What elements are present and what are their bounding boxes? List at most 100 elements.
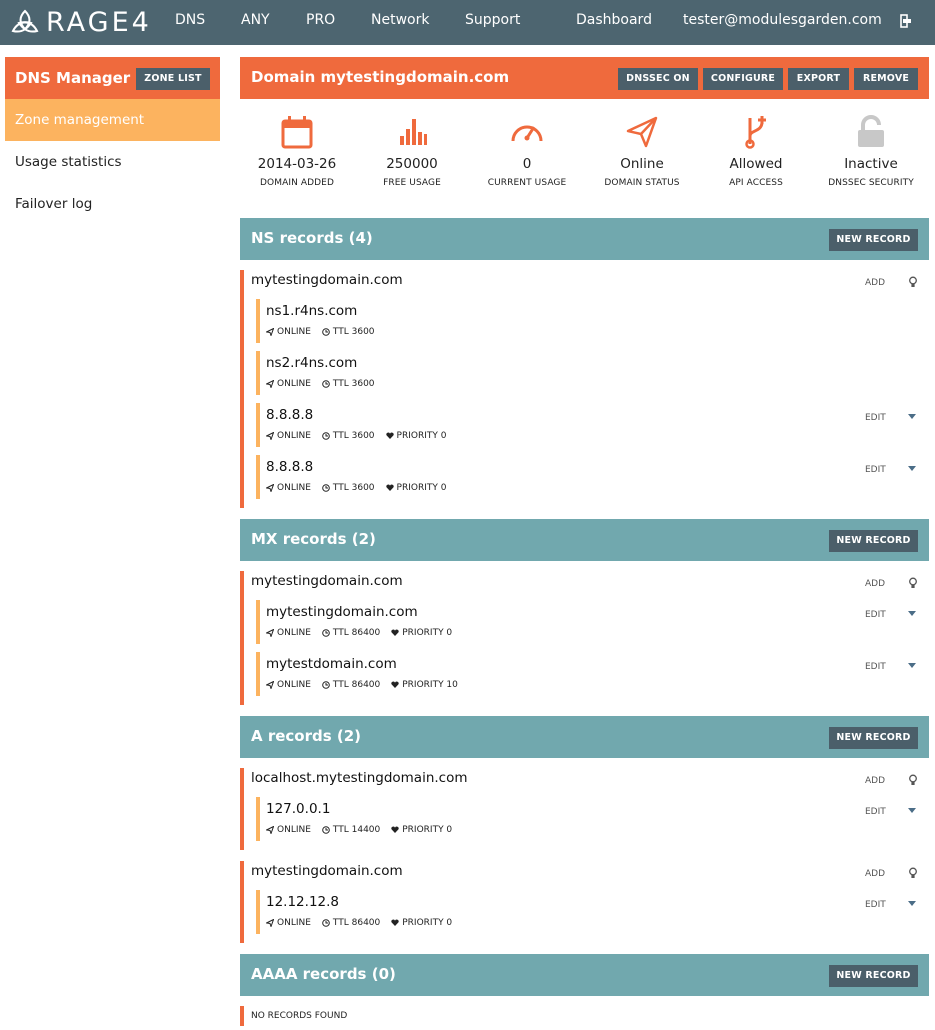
record-indicator (256, 890, 260, 934)
chevron-down-icon[interactable] (908, 611, 916, 616)
nav-support[interactable]: Support (465, 12, 520, 28)
heart-icon (391, 629, 399, 636)
edit-button[interactable]: EDIT (865, 610, 886, 620)
nav-dashboard[interactable]: Dashboard (576, 12, 652, 28)
status-text: ONLINE (277, 918, 311, 928)
status-text: ONLINE (277, 483, 311, 493)
rage4-logo[interactable]: RAGE4 (10, 6, 152, 38)
sidebar-title: DNS Manager (15, 69, 131, 87)
nav-pro[interactable]: PRO (306, 12, 335, 28)
record-meta: ONLINE TTL 3600 PRIORITY 0 (266, 483, 457, 493)
ttl-text: TTL 86400 (332, 628, 381, 638)
nav-any[interactable]: ANY (241, 12, 270, 28)
edit-button[interactable]: EDIT (865, 413, 886, 423)
ttl-text: TTL 3600 (332, 379, 375, 389)
record-value: 127.0.0.1 (266, 801, 331, 817)
stat-label: DNSSEC SECURITY (828, 178, 914, 188)
sidebar-item-failover-log[interactable]: Failover log (5, 183, 220, 225)
sidebar-item-usage-statistics[interactable]: Usage statistics (5, 141, 220, 183)
status-text: ONLINE (277, 680, 311, 690)
clock-icon (322, 380, 330, 388)
send-icon (266, 919, 274, 927)
edit-button[interactable]: EDIT (865, 662, 886, 672)
edit-button[interactable]: EDIT (865, 807, 886, 817)
add-button[interactable]: ADD (865, 579, 885, 589)
stat-value: 250000 (386, 156, 438, 172)
record-indicator (256, 652, 260, 696)
add-button[interactable]: ADD (865, 278, 885, 288)
record-indicator (256, 403, 260, 447)
send-icon (266, 629, 274, 637)
priority-text: PRIORITY 0 (402, 918, 453, 928)
clock-icon (322, 681, 330, 689)
stat-value: Inactive (844, 156, 898, 172)
group-indicator (240, 571, 244, 705)
send-icon (266, 380, 274, 388)
new-record-button[interactable]: NEW RECORD (829, 727, 918, 749)
stat-domain-added: 2014-03-26 DOMAIN ADDED (240, 114, 354, 188)
domain-title: Domain mytestingdomain.com (251, 68, 510, 86)
lightbulb-icon[interactable] (908, 867, 918, 879)
clock-icon (322, 826, 330, 834)
stat-api-access: Allowed API ACCESS (699, 114, 813, 188)
send-icon (266, 432, 274, 440)
chevron-down-icon[interactable] (908, 808, 916, 813)
priority-text: PRIORITY 10 (402, 680, 458, 690)
remove-button[interactable]: REMOVE (854, 68, 918, 90)
chevron-down-icon[interactable] (908, 414, 916, 419)
stat-label: CURRENT USAGE (487, 178, 567, 188)
stat-label: API ACCESS (729, 178, 783, 188)
user-email-link[interactable]: tester@modulesgarden.com (683, 12, 882, 28)
chevron-down-icon[interactable] (908, 901, 916, 906)
domain-header: Domain mytestingdomain.com DNSSEC ON CON… (240, 57, 929, 99)
section-title: MX records (2) (251, 530, 376, 548)
heart-icon (385, 432, 394, 439)
section-title: NS records (4) (251, 229, 373, 247)
configure-button[interactable]: CONFIGURE (703, 68, 783, 90)
zone-list-button[interactable]: ZONE LIST (136, 68, 210, 90)
record-value: mytestdomain.com (266, 656, 397, 672)
status-text: ONLINE (277, 379, 311, 389)
export-button[interactable]: EXPORT (788, 68, 849, 90)
status-text: ONLINE (277, 825, 311, 835)
sidebar-item-zone-management[interactable]: Zone management (5, 99, 220, 141)
lightbulb-icon[interactable] (908, 276, 918, 288)
edit-button[interactable]: EDIT (865, 465, 886, 475)
record-value: 8.8.8.8 (266, 459, 314, 475)
record-indicator (256, 351, 260, 395)
lightbulb-icon[interactable] (908, 577, 918, 589)
stat-label: FREE USAGE (383, 178, 441, 188)
heart-icon (391, 919, 399, 926)
nav-dns[interactable]: DNS (175, 12, 205, 28)
chevron-down-icon[interactable] (908, 663, 916, 668)
group-name: mytestingdomain.com (251, 272, 403, 288)
lightbulb-icon[interactable] (908, 774, 918, 786)
git-branch-icon (745, 116, 766, 149)
logo-text: RAGE4 (46, 6, 152, 38)
new-record-button[interactable]: NEW RECORD (829, 965, 918, 987)
dnssec-on-button[interactable]: DNSSEC ON (618, 68, 698, 90)
edit-button[interactable]: EDIT (865, 900, 886, 910)
chevron-down-icon[interactable] (908, 466, 916, 471)
add-button[interactable]: ADD (865, 869, 885, 879)
new-record-button[interactable]: NEW RECORD (829, 530, 918, 552)
ns-records-header: NS records (4) NEW RECORD (240, 218, 929, 260)
new-record-button[interactable]: NEW RECORD (829, 229, 918, 251)
ttl-text: TTL 3600 (332, 327, 375, 337)
add-button[interactable]: ADD (865, 776, 885, 786)
section-title: A records (2) (251, 727, 362, 745)
priority-text: PRIORITY 0 (396, 431, 447, 441)
section-title: AAAA records (0) (251, 965, 396, 983)
stat-value: 0 (522, 156, 532, 172)
stat-domain-status: Online DOMAIN STATUS (585, 114, 699, 188)
record-meta: ONLINE TTL 14400 PRIORITY 0 (266, 825, 463, 835)
logout-icon[interactable] (900, 14, 912, 28)
mx-records-header: MX records (2) NEW RECORD (240, 519, 929, 561)
record-value: 12.12.12.8 (266, 894, 339, 910)
stat-value: Online (620, 156, 664, 172)
clock-icon (322, 484, 330, 492)
nav-network[interactable]: Network (371, 12, 429, 28)
stat-label: DOMAIN ADDED (259, 178, 335, 188)
speedometer-icon (511, 125, 543, 142)
group-indicator (240, 1006, 244, 1026)
